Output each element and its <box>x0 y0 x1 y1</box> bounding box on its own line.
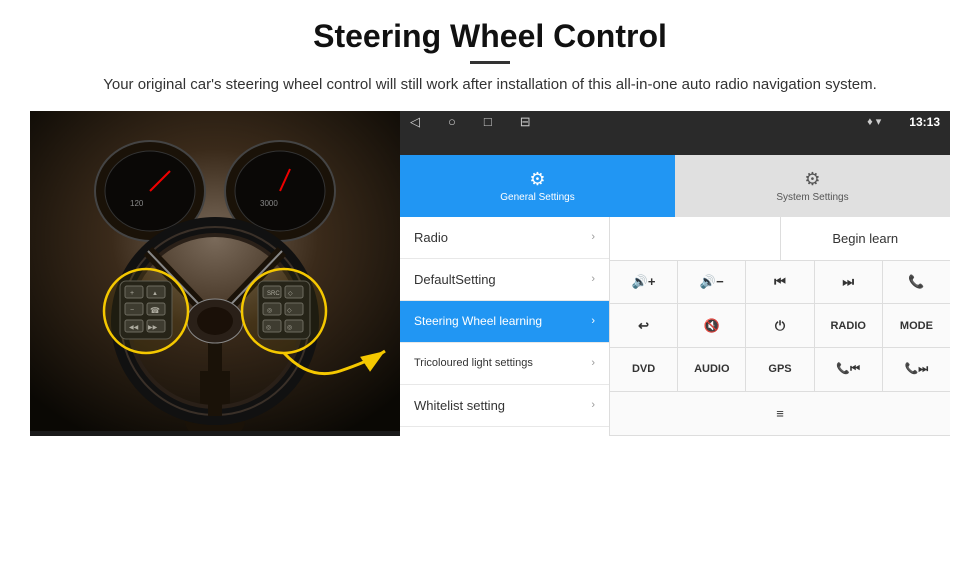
control-row-1: 🔊+ 🔊− ⏮ ⏭ 📞 <box>610 261 950 305</box>
general-settings-label: General Settings <box>500 192 575 203</box>
power-button[interactable]: ⏻ <box>746 304 814 347</box>
system-settings-label: System Settings <box>776 192 848 203</box>
control-row-3: DVD AUDIO GPS 📞⏮ 📞⏭ <box>610 348 950 392</box>
phone-prev-button[interactable]: 📞⏮ <box>815 348 883 391</box>
signal-icon: ♦ ▾ <box>867 115 881 128</box>
title-section: Steering Wheel Control Your original car… <box>30 18 950 97</box>
recents-icon[interactable]: □ <box>484 114 492 129</box>
next-track-button[interactable]: ⏭ <box>815 261 883 304</box>
page-wrapper: Steering Wheel Control Your original car… <box>0 0 980 446</box>
page-title: Steering Wheel Control <box>30 18 950 55</box>
vol-up-button[interactable]: 🔊+ <box>610 261 678 304</box>
menu-label-radio: Radio <box>414 230 448 245</box>
back-icon[interactable]: ◁ <box>410 114 420 130</box>
menu-label-default: DefaultSetting <box>414 272 496 287</box>
svg-text:120: 120 <box>130 199 144 208</box>
top-control-row: Begin learn <box>610 217 950 261</box>
menu-item-steering[interactable]: Steering Wheel learning › <box>400 301 609 343</box>
menu-label-tricoloured: Tricoloured light settings <box>414 357 533 369</box>
control-row-2: ↩ 🔇 ⏻ RADIO MODE <box>610 304 950 348</box>
general-settings-icon: ⚙ <box>529 169 545 190</box>
menu-item-tricoloured[interactable]: Tricoloured light settings › <box>400 343 609 385</box>
chevron-tricoloured: › <box>591 357 595 369</box>
tab-system[interactable]: ⚙ System Settings <box>675 155 950 217</box>
menu-label-whitelist: Whitelist setting <box>414 398 505 413</box>
begin-learn-button[interactable]: Begin learn <box>781 217 951 260</box>
phone-button[interactable]: 📞 <box>883 261 950 304</box>
svg-text:3000: 3000 <box>260 199 278 208</box>
control-row-4: ≡ <box>610 392 950 436</box>
phone-next-button[interactable]: 📞⏭ <box>883 348 950 391</box>
control-grid-area: Begin learn 🔊+ 🔊− ⏮ ⏭ 📞 ↩ 🔇 ⏻ <box>610 217 950 436</box>
content-area: 120 3000 <box>30 111 950 436</box>
menu-icon[interactable]: ⊟ <box>520 114 531 130</box>
left-menu: Radio › DefaultSetting › Steering Wheel … <box>400 217 610 436</box>
empty-half <box>610 217 781 260</box>
mute-button[interactable]: 🔇 <box>678 304 746 347</box>
menu-item-radio[interactable]: Radio › <box>400 217 609 259</box>
time-display: 13:13 <box>909 115 940 129</box>
chevron-radio: › <box>591 231 595 243</box>
vol-down-button[interactable]: 🔊− <box>678 261 746 304</box>
car-image: 120 3000 <box>30 111 400 436</box>
mode-button[interactable]: MODE <box>883 304 950 347</box>
android-navbar: ◁ ○ □ ⊟ ♦ ▾ 13:13 <box>400 111 950 133</box>
main-content-row: Radio › DefaultSetting › Steering Wheel … <box>400 217 950 436</box>
audio-button[interactable]: AUDIO <box>678 348 746 391</box>
subtitle: Your original car's steering wheel contr… <box>100 74 880 97</box>
system-settings-icon: ⚙ <box>804 169 820 190</box>
chevron-steering: › <box>591 315 595 327</box>
list-icon-button[interactable]: ≡ <box>610 392 950 435</box>
chevron-whitelist: › <box>591 399 595 411</box>
dvd-button[interactable]: DVD <box>610 348 678 391</box>
android-panel: ◁ ○ □ ⊟ ♦ ▾ 13:13 ⚙ General Settings <box>400 111 950 436</box>
chevron-default: › <box>591 273 595 285</box>
title-divider <box>470 61 510 64</box>
radio-button[interactable]: RADIO <box>815 304 883 347</box>
menu-label-steering: Steering Wheel learning <box>414 314 542 328</box>
home-icon[interactable]: ○ <box>448 114 456 129</box>
settings-tabs: ⚙ General Settings ⚙ System Settings <box>400 155 950 217</box>
back-button[interactable]: ↩ <box>610 304 678 347</box>
prev-track-button[interactable]: ⏮ <box>746 261 814 304</box>
menu-item-default[interactable]: DefaultSetting › <box>400 259 609 301</box>
menu-item-whitelist[interactable]: Whitelist setting › <box>400 385 609 427</box>
gps-button[interactable]: GPS <box>746 348 814 391</box>
tab-general[interactable]: ⚙ General Settings <box>400 155 675 217</box>
